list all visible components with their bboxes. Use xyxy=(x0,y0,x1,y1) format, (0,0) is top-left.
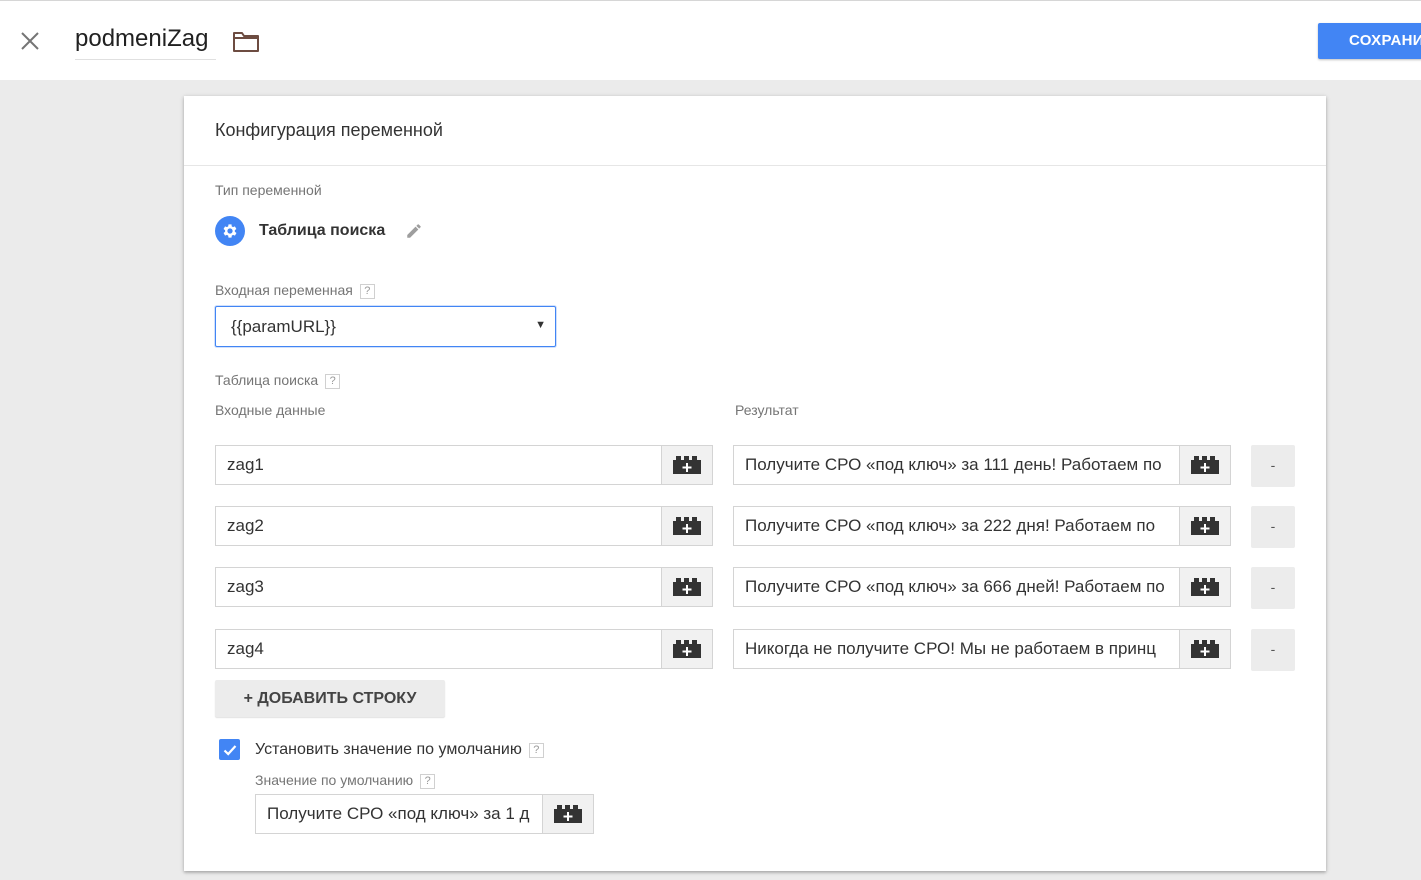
row-input-field[interactable]: zag1 xyxy=(216,446,661,484)
table-row-input: zag4 xyxy=(215,629,713,669)
input-column-header: Входные данные xyxy=(215,402,326,418)
brick-plus-icon[interactable] xyxy=(661,568,712,606)
default-value-input: Получите СРО «под ключ» за 1 д xyxy=(255,794,594,834)
help-icon[interactable]: ? xyxy=(420,774,436,789)
input-variable-label-text: Входная переменная xyxy=(215,282,353,298)
input-variable-select[interactable]: {{paramURL}} ▼ xyxy=(215,306,556,347)
variable-name-title[interactable]: podmeniZag xyxy=(75,25,216,60)
default-value-checkbox-text: Установить значение по умолчанию xyxy=(255,741,522,758)
row-input-field[interactable]: zag3 xyxy=(216,568,661,606)
default-value-label: Значение по умолчанию? xyxy=(255,772,436,789)
brick-plus-icon[interactable] xyxy=(661,446,712,484)
top-bar: podmeniZag СОХРАНИТЬ xyxy=(0,0,1421,80)
variable-configuration-card: Конфигурация переменной Тип переменной Т… xyxy=(184,96,1326,871)
table-row-output: Никогда не получите СРО! Мы не работаем … xyxy=(733,629,1231,669)
row-output-field[interactable]: Получите СРО «под ключ» за 666 дней! Раб… xyxy=(734,568,1179,606)
row-output-field[interactable]: Получите СРО «под ключ» за 222 дня! Рабо… xyxy=(734,507,1179,545)
input-variable-label: Входная переменная? xyxy=(215,282,375,299)
brick-plus-icon[interactable] xyxy=(1179,568,1230,606)
table-row-output: Получите СРО «под ключ» за 666 дней! Раб… xyxy=(733,567,1231,607)
table-row-input: zag3 xyxy=(215,567,713,607)
help-icon[interactable]: ? xyxy=(528,743,544,758)
folder-icon[interactable] xyxy=(231,29,261,55)
result-column-header: Результат xyxy=(735,402,799,418)
add-row-button[interactable]: + ДОБАВИТЬ СТРОКУ xyxy=(215,680,445,717)
dropdown-arrow-icon: ▼ xyxy=(535,319,546,331)
default-value-checkbox-label: Установить значение по умолчанию? xyxy=(255,741,544,759)
brick-plus-icon[interactable] xyxy=(542,795,593,833)
lookup-table-label-text: Таблица поиска xyxy=(215,372,319,388)
table-row-input: zag1 xyxy=(215,445,713,485)
gear-icon xyxy=(215,216,245,246)
pencil-icon[interactable] xyxy=(405,222,423,240)
default-value-checkbox[interactable] xyxy=(219,739,240,760)
row-output-field[interactable]: Получите СРО «под ключ» за 111 день! Раб… xyxy=(734,446,1179,484)
help-icon[interactable]: ? xyxy=(359,284,375,299)
save-button[interactable]: СОХРАНИТЬ xyxy=(1318,23,1421,59)
table-row-output: Получите СРО «под ключ» за 111 день! Раб… xyxy=(733,445,1231,485)
row-input-field[interactable]: zag4 xyxy=(216,630,661,668)
table-row-output: Получите СРО «под ключ» за 222 дня! Рабо… xyxy=(733,506,1231,546)
brick-plus-icon[interactable] xyxy=(661,630,712,668)
variable-type-row: Таблица поиска xyxy=(215,216,423,246)
input-variable-value: {{paramURL}} xyxy=(231,317,336,336)
brick-plus-icon[interactable] xyxy=(1179,446,1230,484)
close-icon[interactable] xyxy=(16,27,44,55)
remove-row-button[interactable]: - xyxy=(1251,506,1295,548)
brick-plus-icon[interactable] xyxy=(1179,630,1230,668)
row-output-field[interactable]: Никогда не получите СРО! Мы не работаем … xyxy=(734,630,1179,668)
lookup-table-label: Таблица поиска? xyxy=(215,372,341,389)
table-row-input: zag2 xyxy=(215,506,713,546)
remove-row-button[interactable]: - xyxy=(1251,567,1295,609)
remove-row-button[interactable]: - xyxy=(1251,445,1295,487)
default-value-label-text: Значение по умолчанию xyxy=(255,772,414,788)
variable-type-name: Таблица поиска xyxy=(259,222,386,239)
brick-plus-icon[interactable] xyxy=(661,507,712,545)
help-icon[interactable]: ? xyxy=(325,374,341,389)
remove-row-button[interactable]: - xyxy=(1251,629,1295,671)
brick-plus-icon[interactable] xyxy=(1179,507,1230,545)
divider xyxy=(184,165,1326,166)
card-heading: Конфигурация переменной xyxy=(215,120,443,140)
default-value-field[interactable]: Получите СРО «под ключ» за 1 д xyxy=(256,795,542,833)
variable-type-label: Тип переменной xyxy=(215,182,322,198)
row-input-field[interactable]: zag2 xyxy=(216,507,661,545)
checkmark-icon xyxy=(223,744,236,756)
